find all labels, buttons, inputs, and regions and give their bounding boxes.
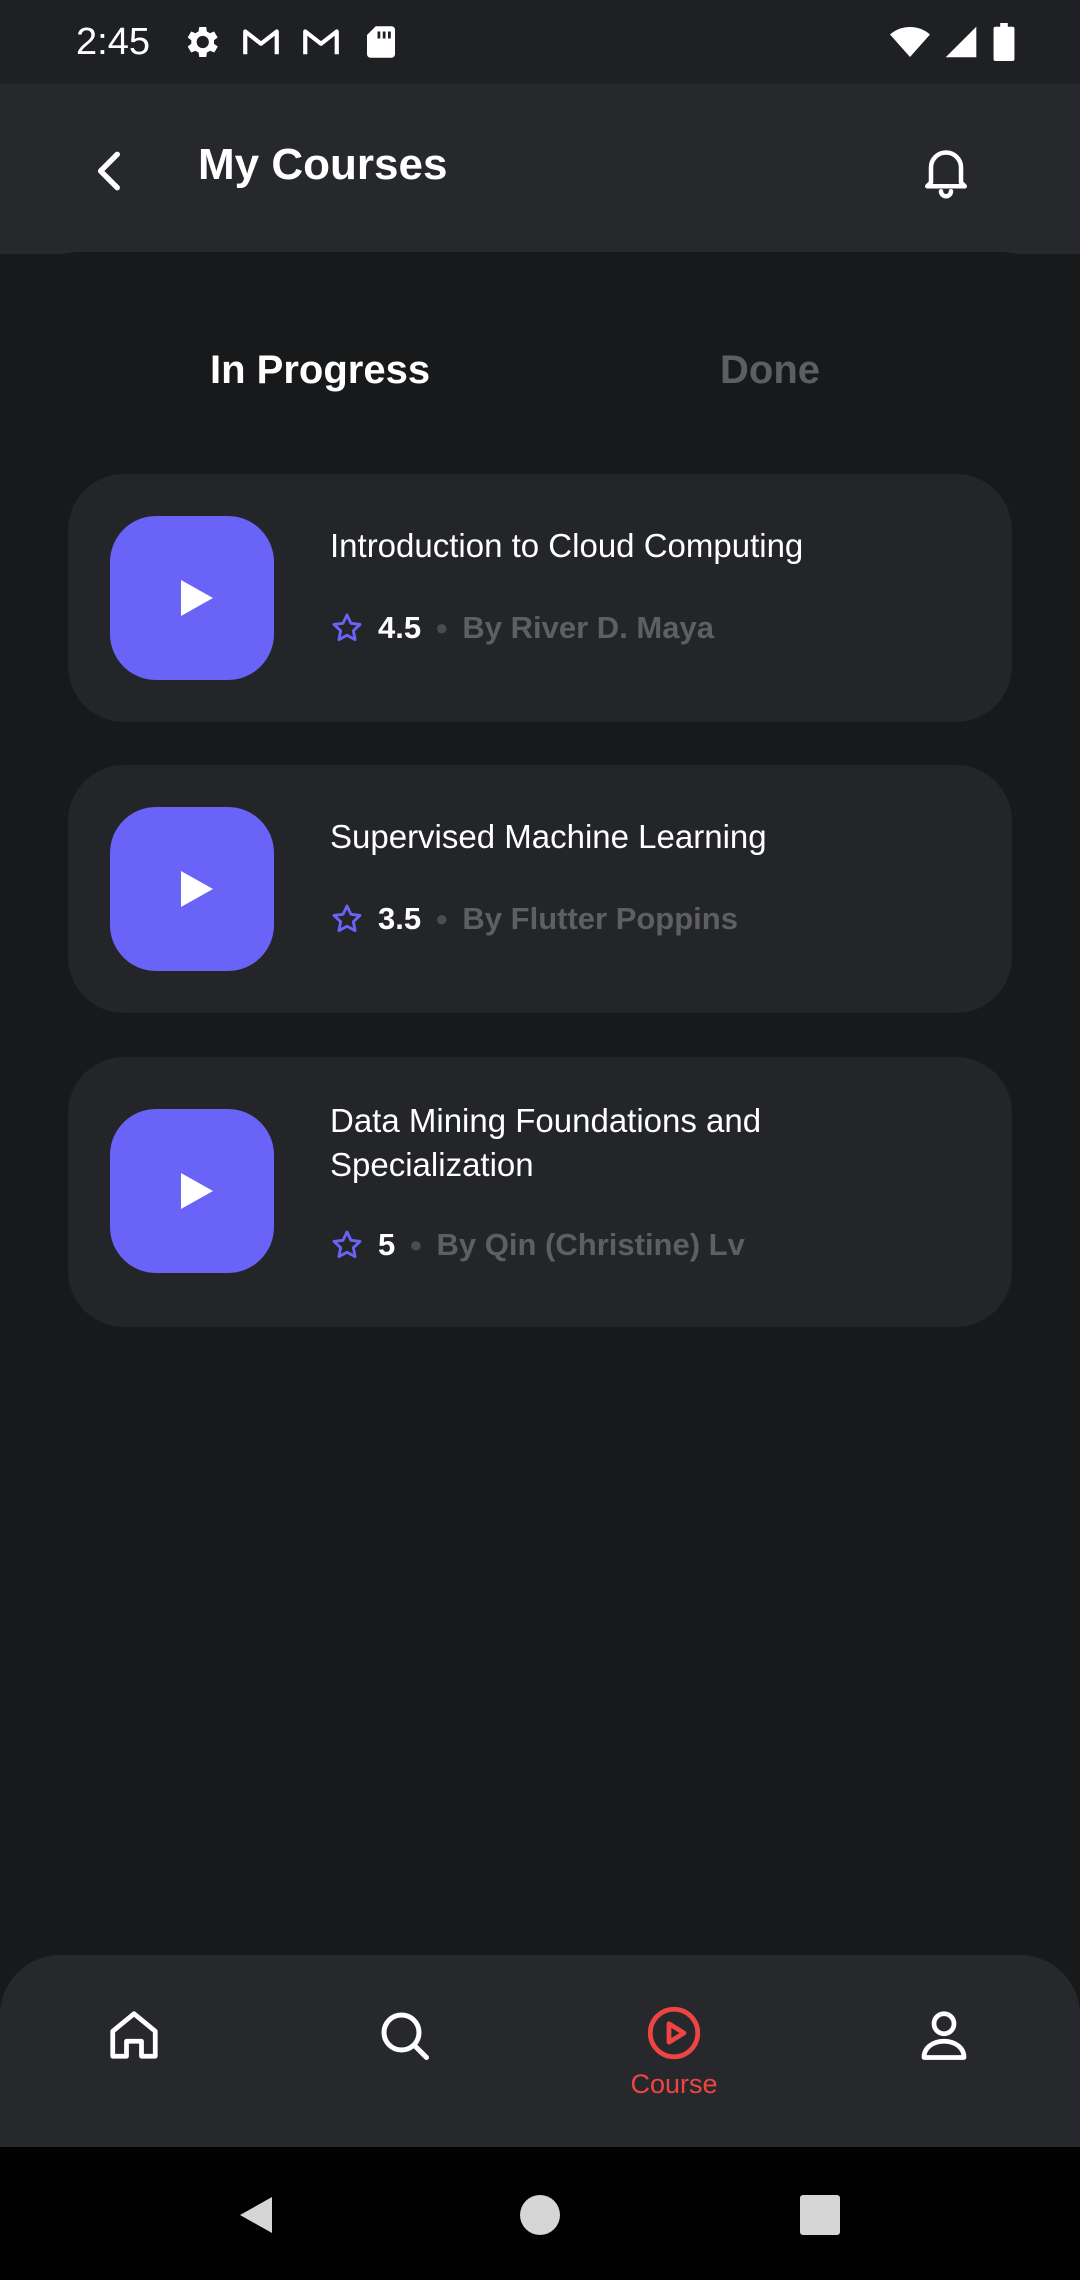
course-rating: 3.5	[378, 901, 422, 936]
course-thumbnail[interactable]	[110, 807, 274, 971]
page-title: My Courses	[198, 140, 448, 189]
bottom-nav: Course	[0, 1955, 1080, 2147]
bell-icon	[925, 150, 967, 199]
course-rating: 5	[378, 1227, 396, 1262]
square-recents-icon	[800, 2195, 840, 2235]
separator-dot: ●	[435, 906, 449, 931]
course-author: By River D. Maya	[462, 610, 714, 645]
main-content: In Progress Done Introduction to Cloud C…	[0, 252, 1080, 1952]
star-icon	[332, 613, 362, 642]
separator-dot: ●	[409, 1232, 423, 1257]
course-author: By Flutter Poppins	[462, 901, 738, 936]
circle-home-icon	[520, 2195, 560, 2235]
triangle-back-icon	[240, 2197, 272, 2233]
nav-search[interactable]	[374, 2005, 434, 2065]
system-back-button[interactable]	[234, 2191, 282, 2239]
star-icon	[332, 1230, 362, 1259]
battery-icon	[992, 23, 1016, 61]
course-rating: 4.5	[378, 610, 422, 645]
course-title: Data Mining Foundations and Specializati…	[330, 1102, 762, 1183]
settings-icon	[180, 21, 222, 63]
system-nav-bar	[0, 2147, 1080, 2280]
course-meta: 3.5 ● By Flutter Poppins	[330, 901, 738, 937]
search-icon	[381, 2012, 429, 2060]
course-thumbnail[interactable]	[110, 1109, 274, 1273]
status-time: 2:45	[76, 20, 150, 63]
course-author: By Qin (Christine) Lv	[436, 1227, 745, 1262]
chevron-left-icon	[97, 151, 120, 191]
play-icon	[181, 1173, 213, 1209]
star-icon	[332, 904, 362, 933]
course-meta: 5 ● By Qin (Christine) Lv	[330, 1227, 745, 1263]
nav-home[interactable]	[104, 2005, 164, 2065]
course-meta: 4.5 ● By River D. Maya	[330, 610, 714, 646]
screen: 2:45 My Courses In Progress Done Introdu…	[0, 0, 1080, 2280]
notification-button[interactable]	[916, 140, 976, 200]
wifi-icon	[890, 24, 930, 60]
gmail-icon	[240, 21, 282, 63]
play-circle-icon	[647, 2006, 701, 2060]
status-bar: 2:45	[0, 0, 1080, 84]
course-card[interactable]: Supervised Machine Learning 3.5 ● By Flu…	[68, 765, 1012, 1013]
home-icon	[110, 2011, 158, 2059]
nav-course-label: Course	[630, 2069, 718, 2099]
course-thumbnail[interactable]	[110, 516, 274, 680]
course-title: Introduction to Cloud Computing	[330, 527, 804, 564]
nav-profile[interactable]	[914, 2005, 974, 2065]
sd-card-icon	[360, 21, 402, 63]
course-card[interactable]: Data Mining Foundations and Specializati…	[68, 1057, 1012, 1327]
separator-dot: ●	[435, 615, 449, 640]
status-icons-left	[180, 21, 402, 63]
course-title: Supervised Machine Learning	[330, 818, 767, 855]
signal-icon	[944, 24, 978, 60]
nav-course[interactable]: Course	[612, 2003, 736, 2100]
tab-in-progress[interactable]: In Progress	[210, 348, 430, 393]
app-bar: My Courses	[0, 84, 1080, 254]
system-home-button[interactable]	[516, 2191, 564, 2239]
status-icons-right	[890, 23, 1016, 61]
gmail-icon	[300, 21, 342, 63]
profile-icon	[921, 2011, 967, 2060]
back-button[interactable]	[86, 146, 136, 196]
tab-done[interactable]: Done	[720, 348, 820, 393]
play-icon	[181, 580, 213, 616]
course-card[interactable]: Introduction to Cloud Computing 4.5 ● By…	[68, 474, 1012, 722]
system-recents-button[interactable]	[796, 2191, 844, 2239]
play-icon	[181, 871, 213, 907]
